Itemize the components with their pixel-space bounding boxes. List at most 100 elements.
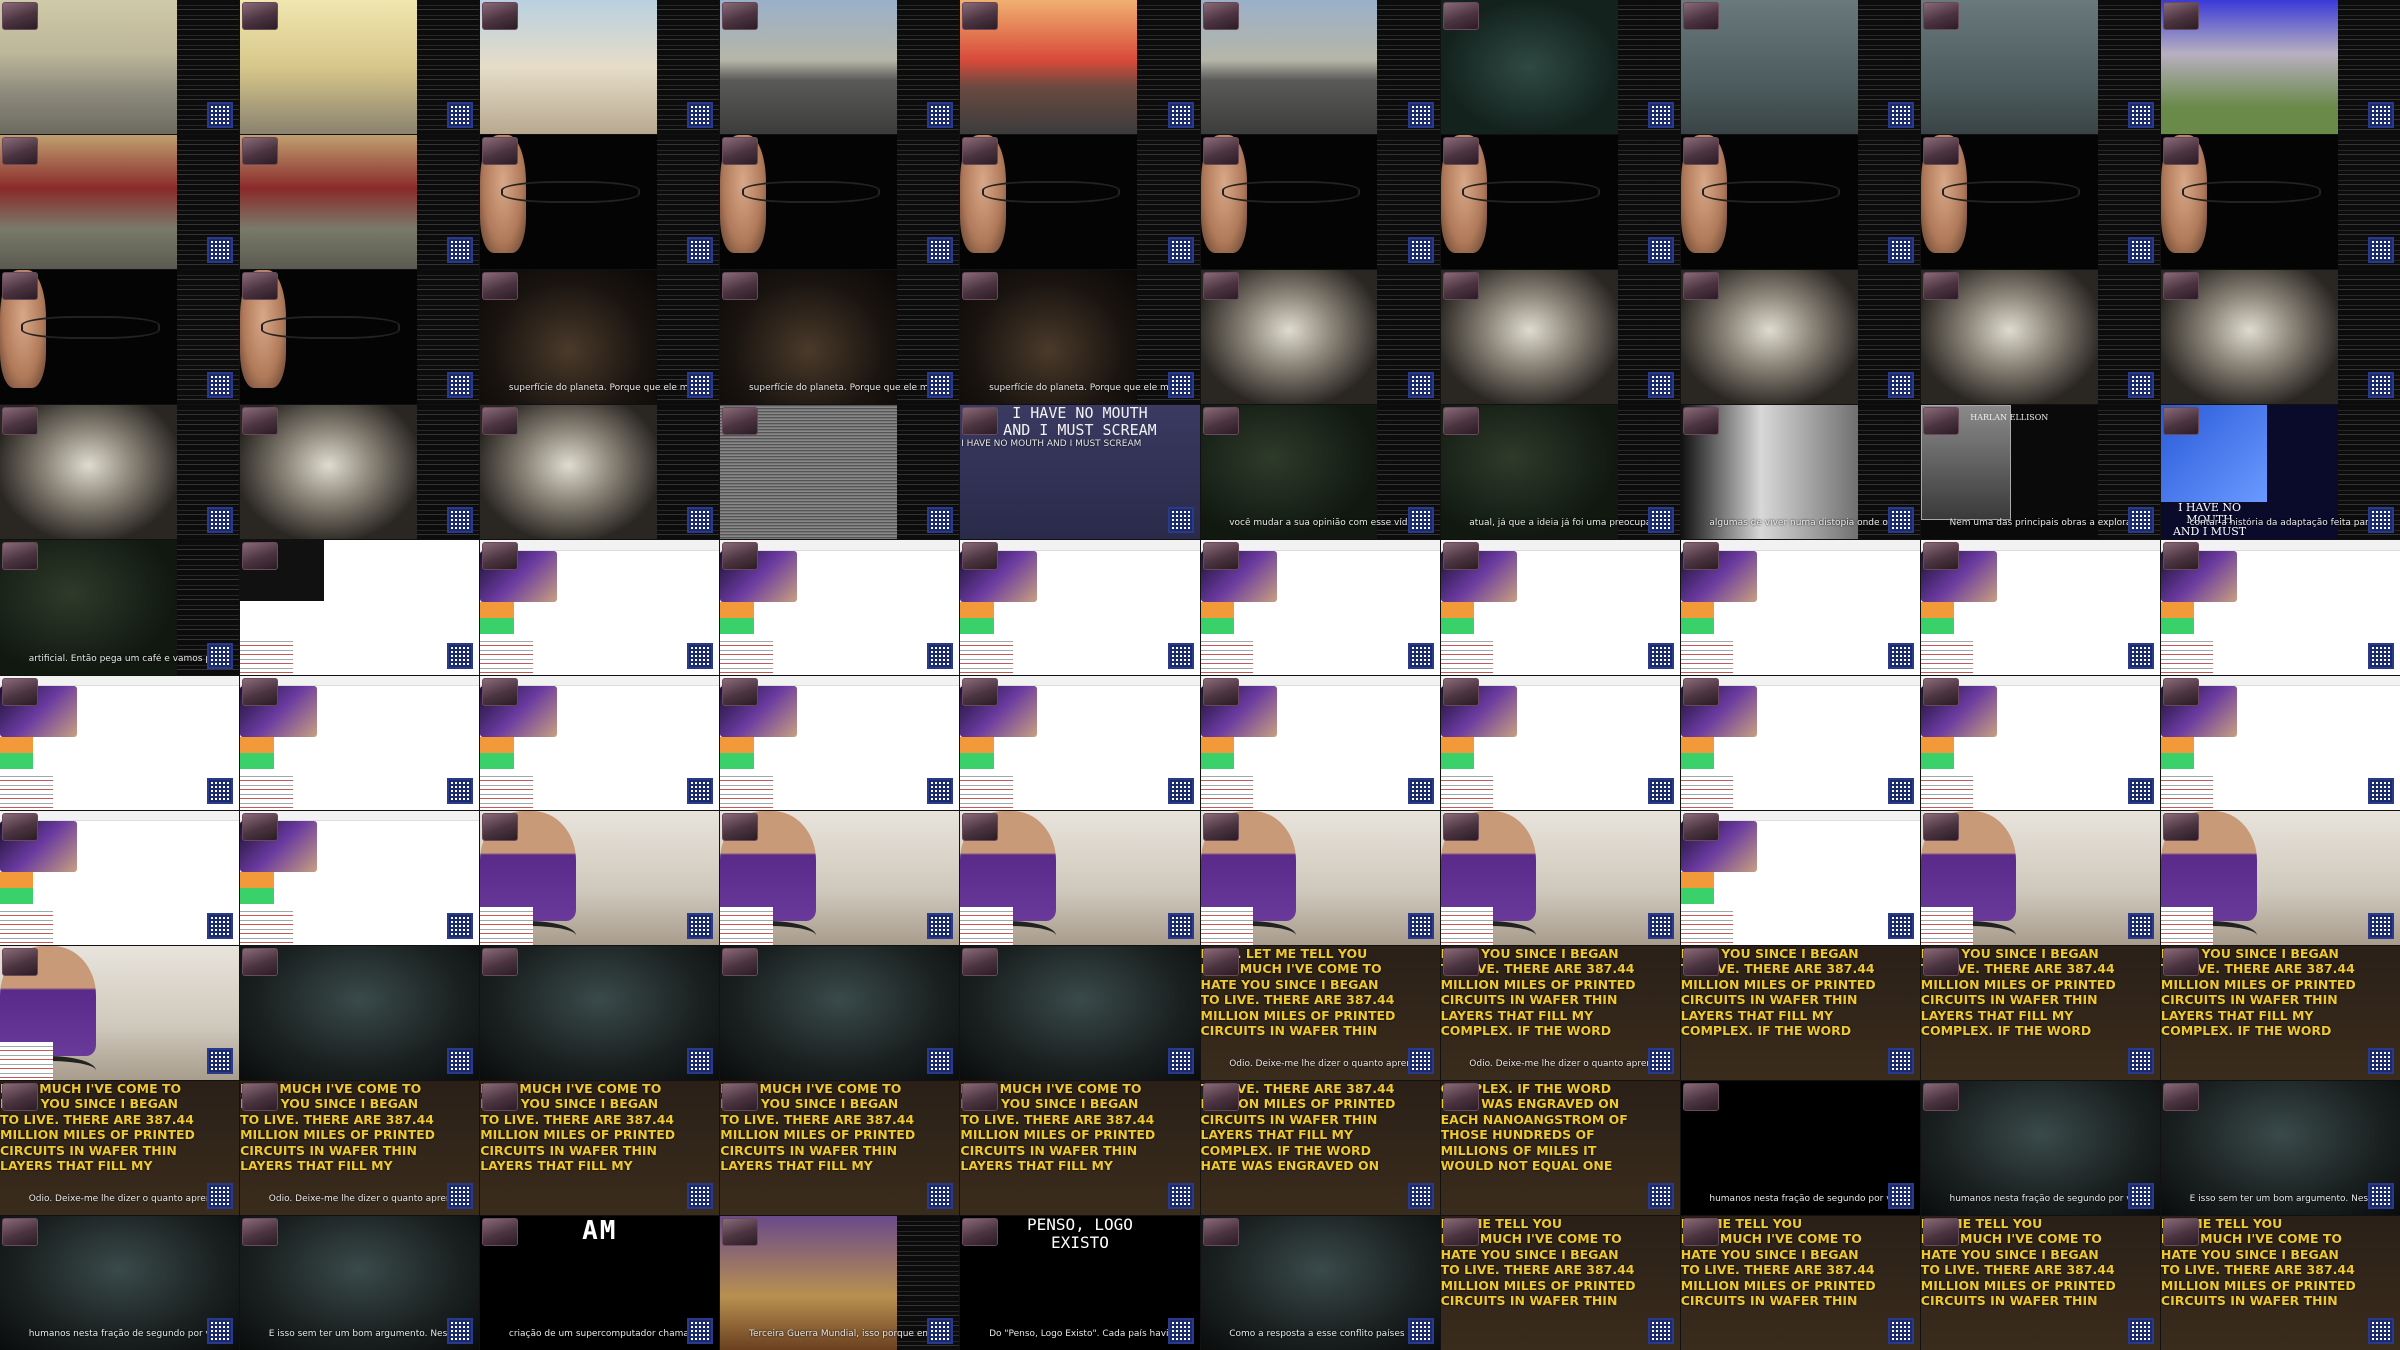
thumbnail-tile[interactable] [0,135,240,270]
thumbnail-tile[interactable] [960,675,1200,810]
thumbnail-tile[interactable] [480,405,720,540]
thumbnail-tile[interactable] [240,540,480,675]
orange-button[interactable] [2160,601,2195,618]
green-button[interactable] [240,888,274,905]
thumbnail-tile[interactable] [480,0,720,135]
orange-button[interactable] [960,736,994,753]
thumbnail-tile[interactable] [240,945,480,1080]
thumbnail-tile[interactable] [1440,540,1680,675]
thumbnail-tile[interactable] [480,810,720,945]
thumbnail-tile[interactable] [1680,135,1920,270]
orange-button[interactable] [240,736,274,753]
orange-button[interactable] [480,736,514,753]
thumbnail-tile[interactable] [1680,540,1920,675]
thumbnail-tile[interactable]: atual, já que a ideia já foi uma preocup… [1440,405,1680,540]
green-button[interactable] [960,617,994,634]
thumbnail-tile[interactable]: I HAVE NO MOUTH AND I MUST SCREAM I HAVE … [960,405,1200,540]
thumbnail-tile[interactable] [960,135,1200,270]
orange-button[interactable] [720,736,754,753]
thumbnail-tile[interactable]: LET ME TELL YOU HOW MUCH I'VE COME TO HA… [1680,1215,1920,1350]
thumbnail-tile[interactable]: I HAVE NO MOUTH AND I MUST SCREAMcontar … [2160,405,2400,540]
thumbnail-tile[interactable] [1680,810,1920,945]
thumbnail-tile[interactable] [1200,810,1440,945]
green-button[interactable] [0,888,34,905]
orange-button[interactable] [1200,736,1234,753]
thumbnail-tile[interactable]: LET ME TELL YOU HOW MUCH I'VE COME TO HA… [2160,1215,2400,1350]
thumbnail-tile[interactable] [1920,0,2160,135]
thumbnail-tile[interactable]: humanos nesta fração de segundo por você… [1680,1080,1920,1215]
thumbnail-tile[interactable] [1920,540,2160,675]
thumbnail-tile[interactable]: HOW MUCH I'VE COME TO HATE YOU SINCE I B… [0,1080,240,1215]
thumbnail-tile[interactable] [0,270,240,405]
green-button[interactable] [720,617,754,634]
orange-button[interactable] [240,871,274,888]
thumbnail-tile[interactable] [960,0,1200,135]
thumbnail-tile[interactable] [1680,270,1920,405]
green-button[interactable] [0,752,34,769]
thumbnail-tile[interactable] [1920,135,2160,270]
thumbnail-tile[interactable] [2160,540,2400,675]
thumbnail-tile[interactable]: AMcriação de um supercomputador chamado … [480,1215,720,1350]
green-button[interactable] [1680,617,1715,634]
thumbnail-tile[interactable] [240,405,480,540]
thumbnail-tile[interactable] [1680,0,1920,135]
thumbnail-tile[interactable] [0,0,240,135]
orange-button[interactable] [1920,601,1955,618]
thumbnail-tile[interactable] [480,540,720,675]
orange-button[interactable] [1920,736,1955,753]
thumbnail-tile[interactable]: TO LIVE. THERE ARE 387.44 MILLION MILES … [1200,1080,1440,1215]
thumbnail-tile[interactable] [1680,675,1920,810]
orange-button[interactable] [1680,736,1715,753]
thumbnail-tile[interactable] [2160,810,2400,945]
thumbnail-tile[interactable] [1440,135,1680,270]
thumbnail-tile[interactable] [240,810,480,945]
thumbnail-tile[interactable] [720,945,960,1080]
thumbnail-tile[interactable] [1200,270,1440,405]
thumbnail-tile[interactable]: artificial. Então pega um café e vamos p… [0,540,240,675]
thumbnail-tile[interactable]: COMPLEX. IF THE WORD HATE WAS ENGRAVED O… [1440,1080,1680,1215]
thumbnail-tile[interactable]: HOW MUCH I'VE COME TO HATE YOU SINCE I B… [720,1080,960,1215]
thumbnail-tile[interactable] [1920,675,2160,810]
thumbnail-tile[interactable] [720,675,960,810]
orange-button[interactable] [1440,736,1475,753]
thumbnail-tile[interactable]: você mudar a sua opinião com esse vídeo.… [1200,405,1440,540]
green-button[interactable] [1680,752,1715,769]
thumbnail-tile[interactable] [2160,270,2400,405]
thumbnail-tile[interactable] [720,810,960,945]
green-button[interactable] [1920,752,1955,769]
green-button[interactable] [1200,752,1234,769]
thumbnail-tile[interactable] [1440,675,1680,810]
thumbnail-tile[interactable] [960,945,1200,1080]
thumbnail-tile[interactable]: HATE YOU SINCE I BEGAN TO LIVE. THERE AR… [1920,945,2160,1080]
orange-button[interactable] [0,871,34,888]
thumbnail-tile[interactable] [960,540,1200,675]
thumbnail-tile[interactable] [2160,675,2400,810]
thumbnail-tile[interactable] [720,0,960,135]
orange-button[interactable] [0,736,34,753]
thumbnail-tile[interactable] [480,675,720,810]
green-button[interactable] [720,752,754,769]
green-button[interactable] [1440,752,1475,769]
thumbnail-tile[interactable] [960,810,1200,945]
green-button[interactable] [1920,617,1955,634]
orange-button[interactable] [1680,871,1715,888]
thumbnail-tile[interactable] [2160,0,2400,135]
thumbnail-tile[interactable]: HOW MUCH I'VE COME TO HATE YOU SINCE I B… [480,1080,720,1215]
thumbnail-tile[interactable]: HATE YOU SINCE I BEGAN TO LIVE. THERE AR… [1440,945,1680,1080]
thumbnail-tile[interactable] [240,270,480,405]
thumbnail-tile[interactable] [0,675,240,810]
thumbnail-tile[interactable]: PENSO, LOGO EXISTO Do "Penso, Logo Existo… [960,1215,1200,1350]
green-button[interactable] [240,752,274,769]
thumbnail-tile[interactable] [240,135,480,270]
thumbnail-tile[interactable] [0,810,240,945]
thumbnail-tile[interactable] [1200,135,1440,270]
orange-button[interactable] [1440,601,1475,618]
thumbnail-tile[interactable]: E isso sem ter um bom argumento. Nessa d… [240,1215,480,1350]
orange-button[interactable] [1680,601,1715,618]
thumbnail-tile[interactable]: LET ME TELL YOU HOW MUCH I'VE COME TO HA… [1920,1215,2160,1350]
thumbnail-tile[interactable]: HATE YOU SINCE I BEGAN TO LIVE. THERE AR… [2160,945,2400,1080]
green-button[interactable] [480,617,514,634]
thumbnail-tile[interactable] [1200,0,1440,135]
thumbnail-tile[interactable]: Terceira Guerra Mundial, isso porque em … [720,1215,960,1350]
thumbnail-tile[interactable]: HARLAN ELLISON Nem uma das principais obr… [1920,405,2160,540]
